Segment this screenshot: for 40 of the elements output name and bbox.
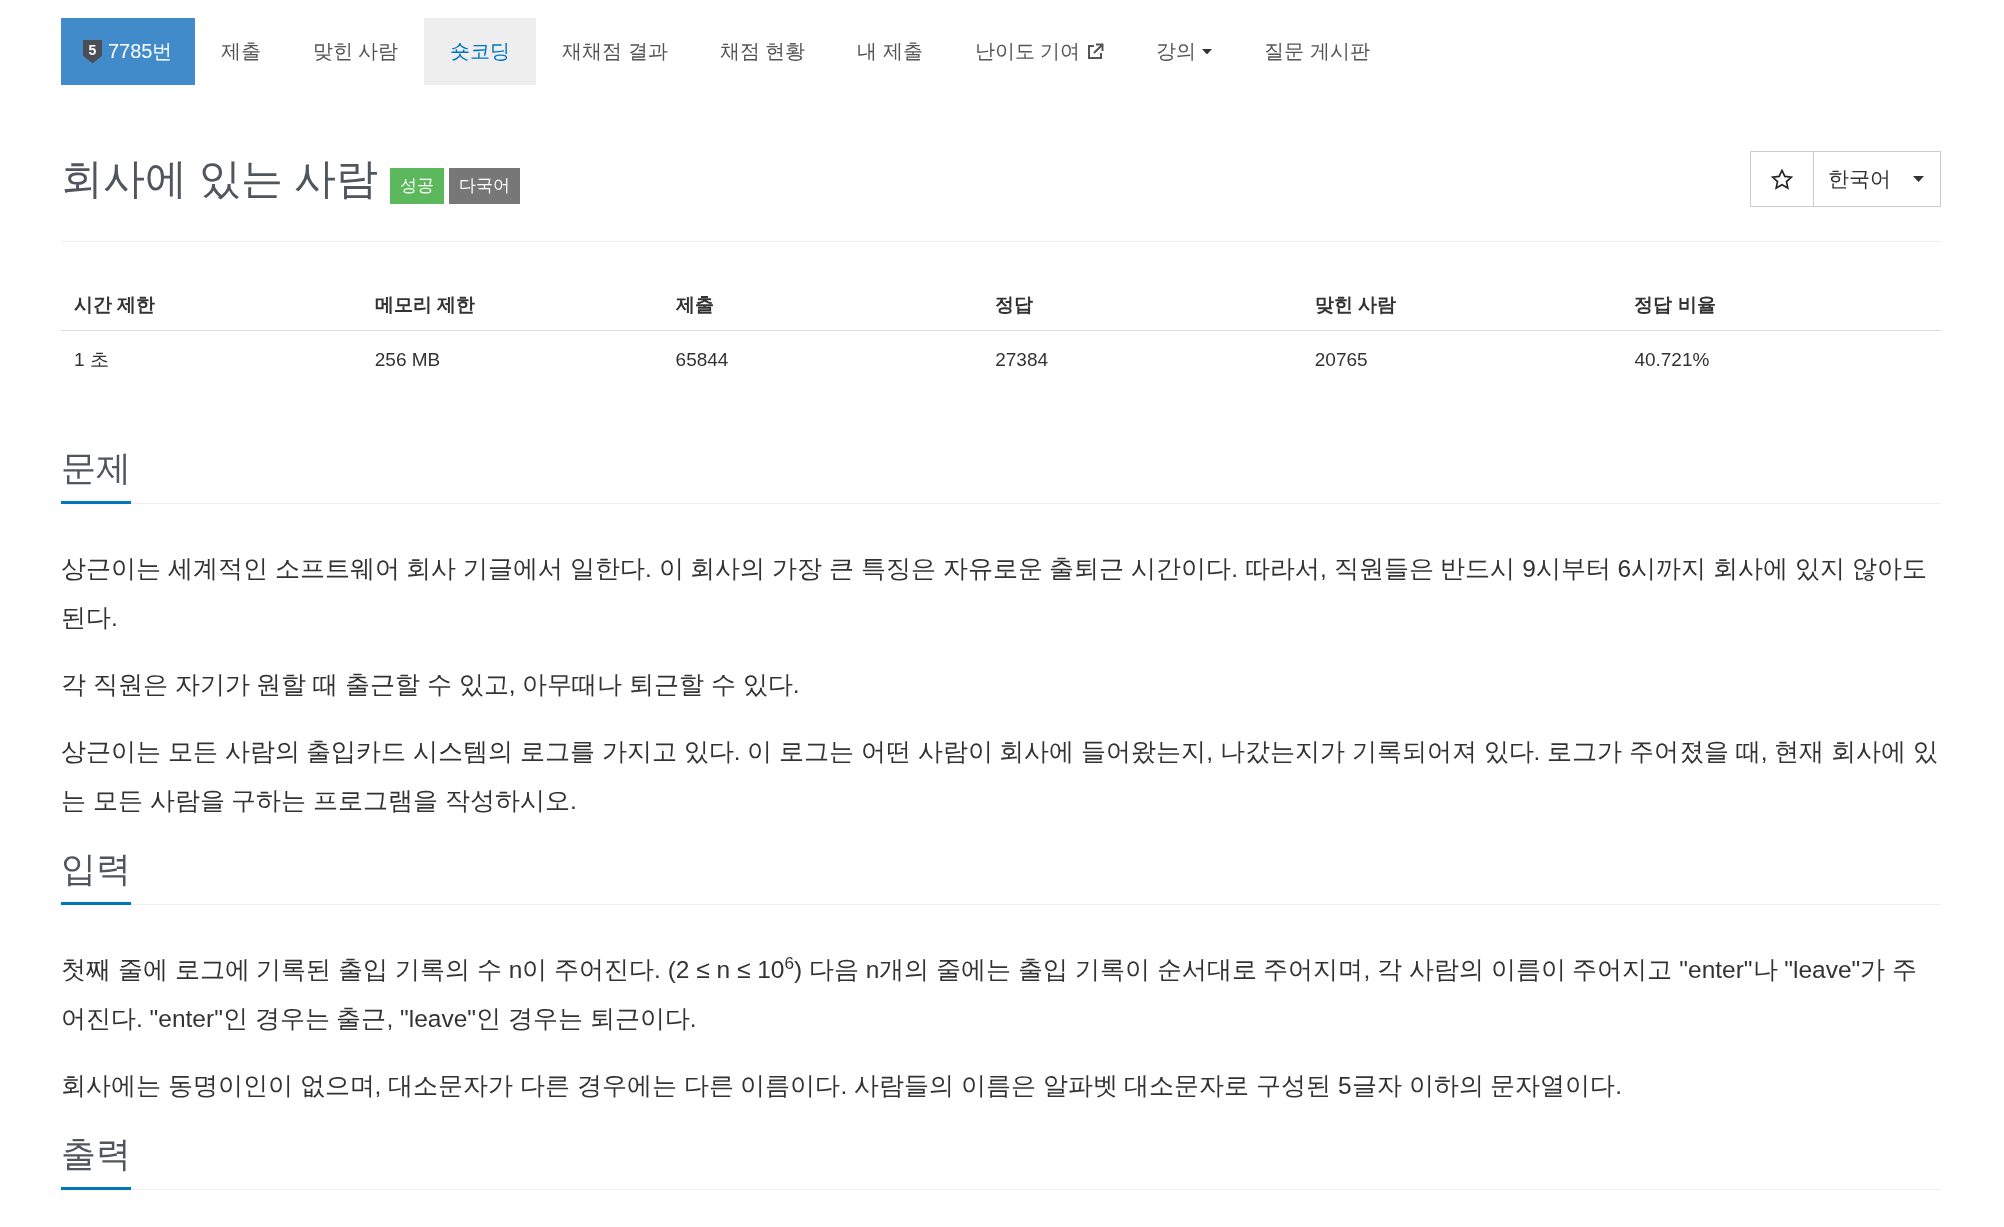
problem-tag: 다국어 — [449, 168, 521, 204]
nav-tab[interactable]: 질문 게시판 — [1238, 18, 1396, 85]
nav-tab[interactable]: 채점 현황 — [693, 18, 832, 85]
nav-tab[interactable]: 숏코딩 — [424, 18, 537, 85]
description-text: 상근이는 모든 사람의 출입카드 시스템의 로그를 가지고 있다. 이 로그는 어떤 사람이 회사에 들어왔는지, 나갔는지가 기록되어져 있다. 로그가 주어졌을 때, 현재 회사에 있는 모든 사람을 구하는 프로그램을 작성하시오. — [61, 737, 1939, 816]
table-cell: 40.721% — [1621, 330, 1941, 385]
language-dropdown[interactable]: 한국어 — [1813, 151, 1941, 207]
star-icon — [1771, 168, 1793, 190]
column-header: 시간 제한 — [61, 280, 362, 331]
external-link-icon — [1086, 42, 1105, 61]
section-title: 입력 — [61, 844, 131, 905]
section-title: 문제 — [61, 443, 131, 504]
table-cell: 20765 — [1301, 330, 1622, 385]
column-header: 메모리 제한 — [361, 280, 663, 331]
description-text: 회사에는 동명이인이 없으며, 대소문자가 다른 경우에는 다른 이름이다. 사람들의 이름은 알파벳 대소문자로 구성된 5글자 이하의 문자열이다. — [61, 1071, 1624, 1101]
star-button[interactable] — [1750, 151, 1814, 207]
nav-tab[interactable]: 내 제출 — [831, 18, 949, 85]
tier-badge: 5 — [83, 39, 102, 64]
column-header: 정답 비율 — [1621, 280, 1941, 331]
nav-tab[interactable]: 5 7785번 — [61, 18, 195, 85]
caret-icon — [1202, 48, 1213, 55]
column-header: 정답 — [982, 280, 1302, 331]
nav-tab[interactable]: 재채점 결과 — [536, 18, 694, 85]
problem-title: 회사에 있는 사람 — [61, 154, 379, 204]
nav-tab[interactable]: 맞힌 사람 — [286, 18, 425, 85]
nav-tab[interactable]: 난이도 기여 — [948, 18, 1131, 85]
table-cell: 256 MB — [361, 330, 663, 385]
problem-tag: 성공 — [390, 168, 445, 204]
column-header: 제출 — [662, 280, 983, 331]
description-text: 각 직원은 자기가 원할 때 출근할 수 있고, 아무때나 퇴근할 수 있다. — [61, 670, 801, 700]
nav-tab[interactable]: 강의 — [1130, 18, 1239, 85]
section-title: 출력 — [61, 1129, 131, 1190]
caret-icon — [1913, 175, 1924, 182]
nav-tab[interactable]: 제출 — [194, 18, 287, 85]
table-cell: 27384 — [982, 330, 1302, 385]
table-cell: 65844 — [662, 330, 983, 385]
description-text: 상근이는 세계적인 소프트웨어 회사 기글에서 일한다. 이 회사의 가장 큰 특징은 자유로운 출퇴근 시간이다. 따라서, 직원들은 반드시 9시부터 6시까지 회사에 있지 않아도 된다. — [61, 554, 1928, 633]
column-header: 맞힌 사람 — [1301, 280, 1622, 331]
description-text: 첫째 줄에 로그에 기록된 출입 기록의 수 n이 주어진다. (2 ≤ n ≤ 10$^{6}$) 다음 n개의 줄에는 출입 기록이 순서대로 주어지며, 각 사람의 이름이 주어지고 "enter"나 "leave"가 주어진다. "enter"인 경우는 출근, "leave"인 경우는 퇴근이다. — [61, 951, 1919, 1034]
table-cell: 1 초 — [61, 330, 362, 385]
